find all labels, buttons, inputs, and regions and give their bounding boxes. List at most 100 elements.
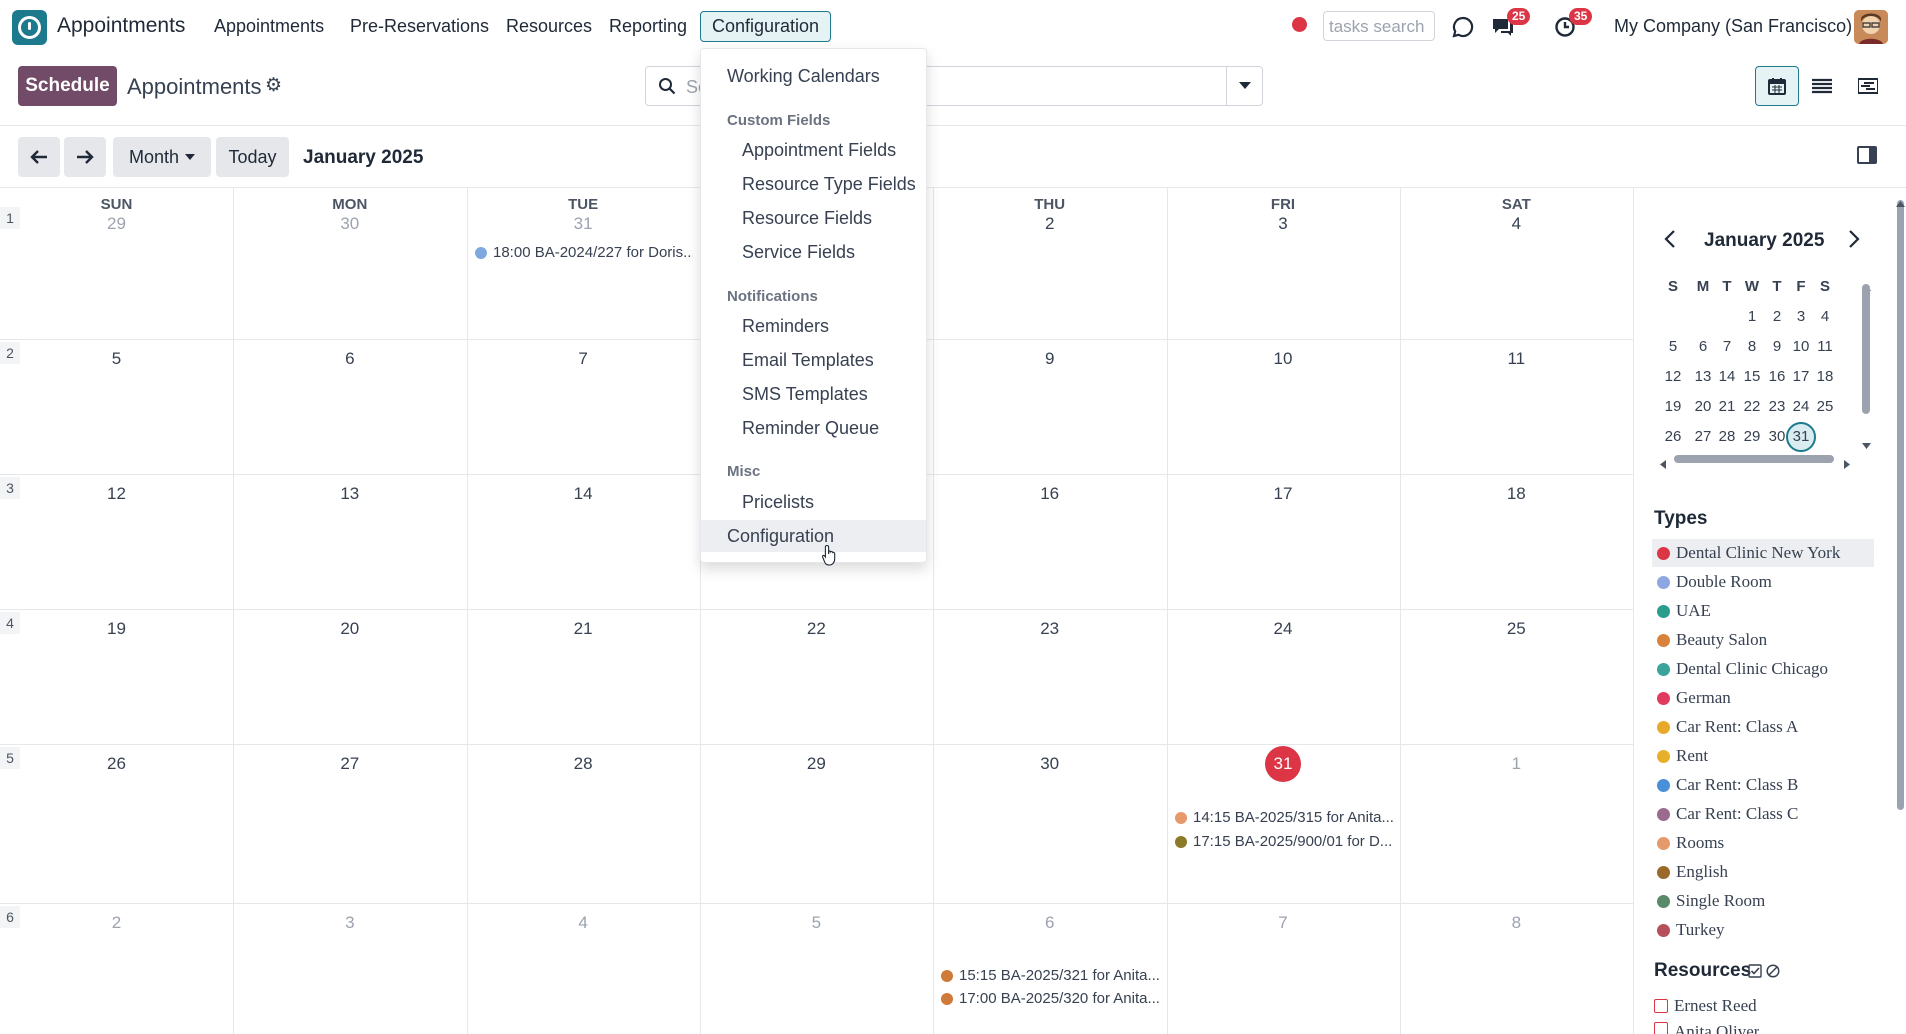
type-filter-item[interactable]: Car Rent: Class A <box>1652 713 1874 741</box>
menu-resources[interactable]: Resources <box>506 16 592 37</box>
resource-item[interactable]: Ernest Reed <box>1654 996 1757 1016</box>
day-cell[interactable]: 6 <box>933 913 1166 933</box>
discuss-bubble-icon[interactable] <box>1449 13 1477 41</box>
scroll-down-arrow-icon[interactable] <box>1862 434 1871 454</box>
list-view-icon[interactable] <box>1800 66 1844 106</box>
day-cell[interactable]: 17 <box>1167 484 1400 504</box>
resource-item[interactable]: Anita Oliver <box>1654 1022 1759 1034</box>
scroll-right-arrow-icon[interactable] <box>1844 454 1850 474</box>
page-scroll-up-arrow-icon[interactable] <box>1896 192 1905 212</box>
type-filter-item[interactable]: English <box>1652 858 1874 886</box>
page-vertical-scrollbar[interactable] <box>1897 200 1904 810</box>
checkbox-icon[interactable] <box>1654 999 1668 1013</box>
menu-item-resource-type-fields[interactable]: Resource Type Fields <box>701 168 926 200</box>
mini-day[interactable]: 31 <box>1786 422 1816 452</box>
scale-dropdown[interactable]: Month <box>113 137 211 177</box>
day-cell[interactable]: 23 <box>933 619 1166 639</box>
menu-item-reminder-queue[interactable]: Reminder Queue <box>701 412 926 444</box>
day-cell[interactable]: 24 <box>1167 619 1400 639</box>
day-cell[interactable]: 2 <box>0 913 233 933</box>
day-cell[interactable]: 3 <box>233 913 466 933</box>
mini-day[interactable]: 19 <box>1658 392 1688 422</box>
day-cell[interactable]: 28 <box>467 754 700 774</box>
day-cell[interactable]: 13 <box>233 484 466 504</box>
mini-day[interactable]: 18 <box>1810 362 1840 392</box>
activities-clock-icon[interactable]: 35 <box>1551 8 1593 41</box>
calendar-event[interactable]: 18:00 BA-2024/227 for Doris... <box>475 244 693 261</box>
day-cell[interactable]: 9 <box>933 349 1166 369</box>
menu-appointments[interactable]: Appointments <box>214 16 324 37</box>
calendar-event[interactable]: 17:00 BA-2025/320 for Anita... <box>941 990 1159 1007</box>
menu-reporting[interactable]: Reporting <box>609 16 687 37</box>
day-cell[interactable]: 3 <box>1167 214 1400 234</box>
menu-item-working-calendars[interactable]: Working Calendars <box>701 60 926 92</box>
app-name[interactable]: Appointments <box>57 14 185 38</box>
menu-item-email-templates[interactable]: Email Templates <box>701 344 926 376</box>
day-cell[interactable]: 30 <box>933 754 1166 774</box>
calendar-event[interactable]: 14:15 BA-2025/315 for Anita... <box>1175 809 1393 826</box>
day-cell[interactable]: 5 <box>0 349 233 369</box>
type-filter-item[interactable]: Turkey <box>1652 916 1874 944</box>
day-cell[interactable]: 26 <box>0 754 233 774</box>
search-toggle-caret-icon[interactable] <box>1226 67 1262 105</box>
gear-icon[interactable]: ⚙ <box>265 74 282 97</box>
type-filter-item[interactable]: Beauty Salon <box>1652 626 1874 654</box>
calendar-event[interactable]: 15:15 BA-2025/321 for Anita... <box>941 967 1159 984</box>
type-filter-item[interactable]: German <box>1652 684 1874 712</box>
scroll-left-arrow-icon[interactable] <box>1660 454 1666 474</box>
recording-dot-icon[interactable] <box>1292 17 1307 32</box>
day-cell[interactable]: 6 <box>233 349 466 369</box>
today-marker[interactable]: 31 <box>1265 746 1301 782</box>
mini-prev-chevron-icon[interactable] <box>1664 228 1676 254</box>
day-cell[interactable]: 5 <box>700 913 933 933</box>
menu-item-configuration[interactable]: Configuration <box>701 520 926 552</box>
today-button[interactable]: Today <box>216 137 289 177</box>
type-filter-item[interactable]: Rooms <box>1652 829 1874 857</box>
day-cell[interactable]: 29 <box>700 754 933 774</box>
menu-configuration[interactable]: Configuration <box>700 11 832 42</box>
day-cell[interactable]: 10 <box>1167 349 1400 369</box>
mini-day[interactable]: 11 <box>1810 332 1840 362</box>
day-cell[interactable]: 22 <box>700 619 933 639</box>
mini-next-chevron-icon[interactable] <box>1848 228 1860 254</box>
type-filter-item[interactable]: Dental Clinic New York <box>1652 539 1874 567</box>
mini-day[interactable]: 5 <box>1658 332 1688 362</box>
day-cell[interactable]: 4 <box>1400 214 1633 234</box>
day-cell[interactable]: 20 <box>233 619 466 639</box>
day-cell[interactable]: 30 <box>233 214 466 234</box>
day-cell[interactable]: 11 <box>1400 349 1633 369</box>
type-filter-item[interactable]: Double Room <box>1652 568 1874 596</box>
messages-icon[interactable]: 25 <box>1489 8 1531 41</box>
day-cell[interactable]: 2 <box>933 214 1166 234</box>
type-filter-item[interactable]: Rent <box>1652 742 1874 770</box>
day-cell[interactable]: 8 <box>1400 913 1633 933</box>
select-all-checkbox-icon[interactable] <box>1748 963 1762 983</box>
previous-arrow-icon[interactable] <box>18 137 60 177</box>
schedule-button[interactable]: Schedule <box>18 66 117 106</box>
day-cell[interactable]: 25 <box>1400 619 1633 639</box>
mini-calendar-horizontal-scrollbar[interactable] <box>1674 455 1834 463</box>
day-cell[interactable]: 1 <box>1400 754 1633 774</box>
next-arrow-icon[interactable] <box>64 137 106 177</box>
menu-item-service-fields[interactable]: Service Fields <box>701 236 926 268</box>
type-filter-item[interactable]: Car Rent: Class C <box>1652 800 1874 828</box>
app-clock-icon[interactable] <box>12 10 47 45</box>
day-cell[interactable]: 16 <box>933 484 1166 504</box>
day-cell[interactable]: 18 <box>1400 484 1633 504</box>
clear-ban-icon[interactable] <box>1766 963 1780 983</box>
day-cell[interactable]: 7 <box>1167 913 1400 933</box>
side-panel-toggle-icon[interactable] <box>1857 146 1877 164</box>
company-switcher[interactable]: My Company (San Francisco) <box>1614 16 1852 37</box>
checkbox-icon[interactable] <box>1654 1022 1668 1034</box>
day-cell[interactable]: 7 <box>467 349 700 369</box>
day-cell[interactable]: 14 <box>467 484 700 504</box>
user-avatar[interactable] <box>1854 10 1888 44</box>
calendar-view-icon[interactable] <box>1755 66 1799 106</box>
day-cell[interactable]: 21 <box>467 619 700 639</box>
day-cell[interactable]: 31 <box>467 214 700 234</box>
menu-pre-reservations[interactable]: Pre-Reservations <box>350 16 489 37</box>
mini-day[interactable]: 25 <box>1810 392 1840 422</box>
day-cell[interactable]: 19 <box>0 619 233 639</box>
day-cell[interactable]: 27 <box>233 754 466 774</box>
tasks-search-input[interactable]: tasks search <box>1323 11 1435 41</box>
